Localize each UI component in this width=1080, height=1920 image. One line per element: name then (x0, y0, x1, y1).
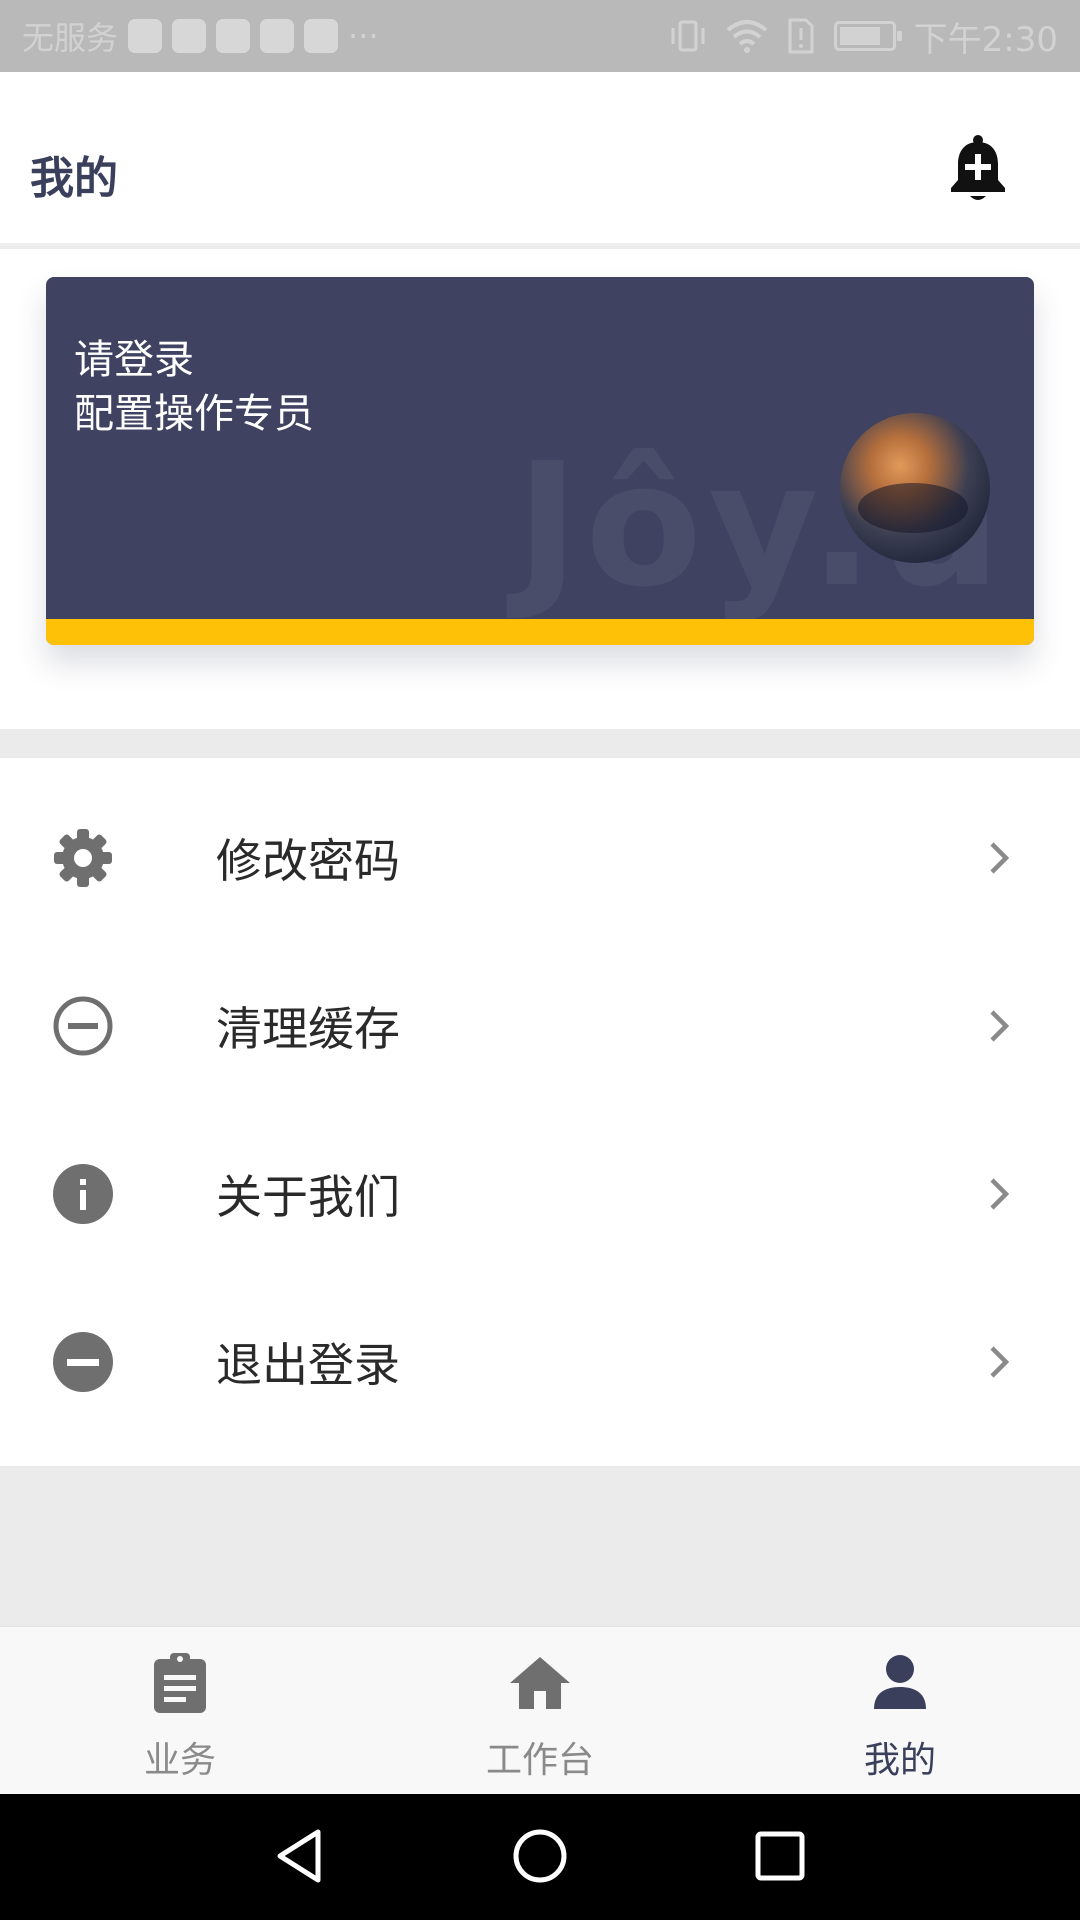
menu-item-about-us[interactable]: 关于我们 (0, 1110, 1080, 1278)
more-notifications-text: ··· (348, 17, 379, 55)
menu-item-clear-cache[interactable]: 清理缓存 (0, 942, 1080, 1110)
recents-icon[interactable] (750, 1826, 810, 1886)
menu-item-label: 退出登录 (216, 1338, 400, 1392)
app-notification-icon (128, 19, 163, 53)
avatar[interactable] (840, 413, 990, 563)
bottom-nav: 业务 工作台 我的 (0, 1626, 1080, 1794)
status-bar: 无服务 ··· 下午2:30 (0, 0, 1080, 72)
nav-label: 业务 (143, 1740, 216, 1781)
menu-item-label: 修改密码 (216, 834, 400, 888)
menu-item-label: 清理缓存 (216, 1002, 400, 1056)
status-left: 无服务 ··· (22, 13, 379, 59)
app-notification-icon (260, 19, 295, 53)
minus-circle-outline-icon (53, 996, 113, 1056)
menu-item-logout[interactable]: 退出登录 (0, 1278, 1080, 1446)
app-notification-icon (304, 19, 339, 53)
status-right: 下午2:30 (668, 12, 1058, 61)
nav-tab-business[interactable]: 业务 (0, 1627, 360, 1794)
clock-text: 下午2:30 (913, 19, 1058, 60)
profile-section: Jôy.u 请登录 配置操作专员 (0, 249, 1080, 729)
bell-plus-icon[interactable] (948, 134, 1008, 204)
settings-menu: 修改密码 清理缓存 关于我们 退出登录 (0, 758, 1080, 1466)
nav-label: 我的 (863, 1740, 936, 1781)
sim-alert-icon (788, 18, 814, 54)
app-notification-icon (216, 19, 251, 53)
app-header: 我的 (0, 72, 1080, 246)
login-prompt[interactable]: 请登录 (74, 327, 194, 385)
minus-circle-icon (53, 1332, 113, 1392)
profile-card[interactable]: Jôy.u 请登录 配置操作专员 (46, 277, 1034, 645)
chevron-right-icon (990, 1010, 1010, 1042)
system-nav-bar (0, 1794, 1080, 1920)
menu-item-label: 关于我们 (216, 1170, 400, 1224)
nav-label: 工作台 (485, 1740, 594, 1781)
gear-icon (54, 829, 112, 887)
carrier-text: 无服务 (22, 19, 119, 57)
nav-tab-workbench[interactable]: 工作台 (360, 1627, 720, 1794)
card-accent-stripe (46, 619, 1034, 645)
back-icon[interactable] (270, 1826, 330, 1886)
person-icon (874, 1655, 926, 1709)
app-notification-icon (172, 19, 207, 53)
menu-item-change-password[interactable]: 修改密码 (0, 774, 1080, 942)
user-role: 配置操作专员 (74, 391, 314, 437)
chevron-right-icon (990, 1178, 1010, 1210)
chevron-right-icon (990, 1346, 1010, 1378)
chevron-right-icon (990, 842, 1010, 874)
info-icon (53, 1164, 113, 1224)
clipboard-icon (154, 1653, 206, 1713)
vibrate-icon (671, 20, 705, 52)
page-title: 我的 (30, 153, 118, 204)
home-icon (510, 1657, 570, 1709)
nav-tab-mine[interactable]: 我的 (720, 1627, 1080, 1794)
wifi-icon (726, 20, 767, 53)
battery-icon (833, 21, 902, 51)
home-circle-icon[interactable] (510, 1826, 570, 1886)
